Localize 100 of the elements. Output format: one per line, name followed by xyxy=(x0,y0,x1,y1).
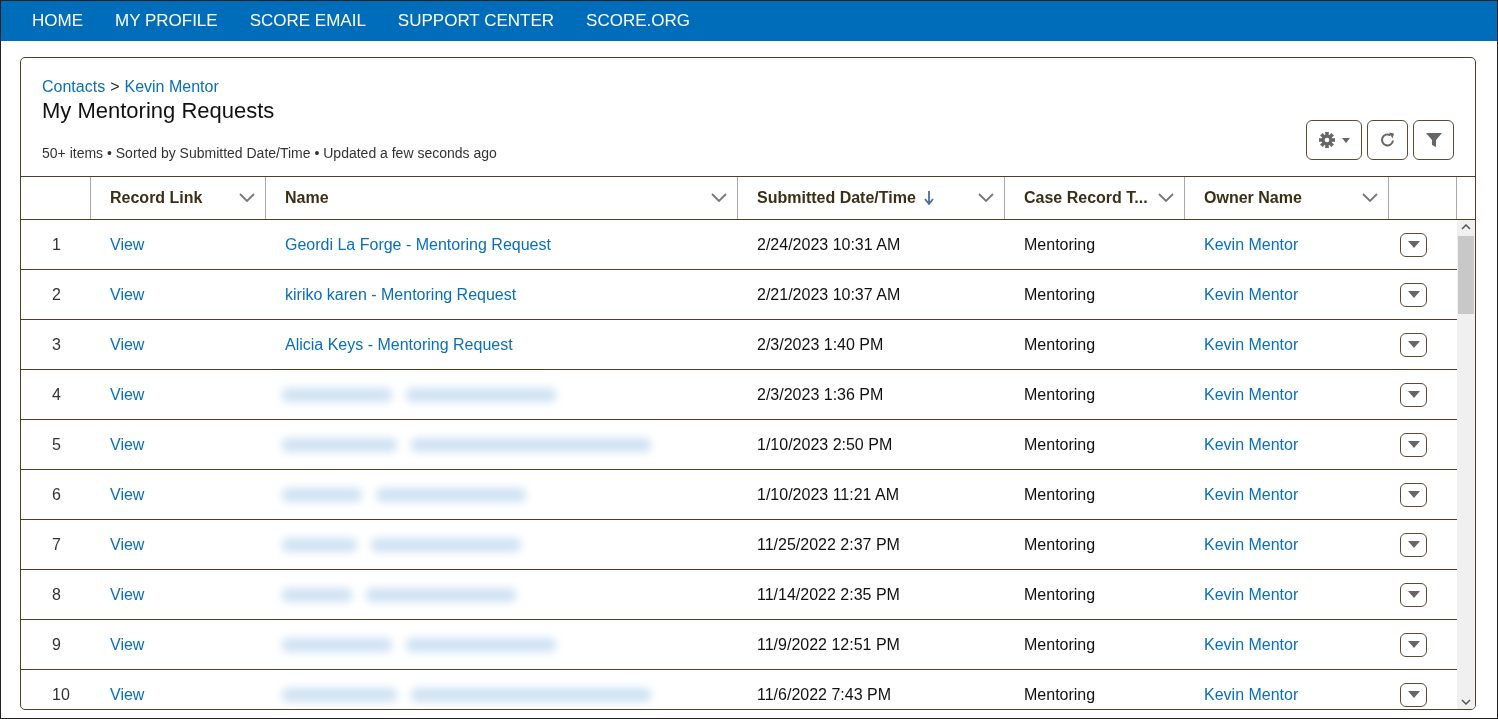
scroll-down-icon[interactable] xyxy=(1461,699,1471,705)
page-title: My Mentoring Requests xyxy=(42,98,276,124)
row-actions-button[interactable] xyxy=(1400,332,1427,357)
view-link[interactable]: View xyxy=(91,385,145,404)
filter-icon xyxy=(1425,132,1442,148)
record-type-cell-text: Mentoring xyxy=(1023,235,1096,254)
view-link[interactable]: View xyxy=(91,535,145,554)
record-name-link[interactable]: Alicia Keys - Mentoring Request xyxy=(266,335,513,354)
view-link[interactable]: View xyxy=(91,485,145,504)
view-link[interactable]: View xyxy=(91,235,145,254)
settings-button[interactable] xyxy=(1306,120,1362,160)
row-actions-button[interactable] xyxy=(1400,682,1427,707)
view-link[interactable]: View xyxy=(91,585,145,604)
date-cell-text: 2/21/2023 10:37 AM xyxy=(756,285,901,304)
nav-link[interactable]: HOME xyxy=(16,11,99,31)
record-type-cell-text: Mentoring xyxy=(1023,685,1096,704)
gear-icon xyxy=(1318,131,1336,149)
caret-icon xyxy=(1342,137,1350,143)
owner-link[interactable]: Kevin Mentor xyxy=(1185,585,1299,604)
list-info: 50+ items • Sorted by Submitted Date/Time • Updated a few seconds ago xyxy=(42,145,497,161)
date-cell-text: 2/3/2023 1:36 PM xyxy=(756,385,884,404)
caret-icon xyxy=(1407,541,1420,548)
row-actions-button[interactable] xyxy=(1400,282,1427,307)
row-number: 2 xyxy=(51,285,62,304)
column-header[interactable]: Name xyxy=(285,189,329,207)
row-actions-button[interactable] xyxy=(1400,632,1427,657)
record-type-cell-text: Mentoring xyxy=(1023,335,1096,354)
sort-arrow-icon xyxy=(923,191,934,205)
row-number: 6 xyxy=(51,485,62,504)
chevron-down-icon[interactable] xyxy=(239,193,255,203)
owner-link[interactable]: Kevin Mentor xyxy=(1185,285,1299,304)
owner-link[interactable]: Kevin Mentor xyxy=(1185,635,1299,654)
caret-icon xyxy=(1407,241,1420,248)
owner-link[interactable]: Kevin Mentor xyxy=(1185,435,1299,454)
chevron-down-icon[interactable] xyxy=(1362,193,1378,203)
record-type-cell-text: Mentoring xyxy=(1023,485,1096,504)
row-number: 7 xyxy=(51,535,62,554)
row-number: 3 xyxy=(51,335,62,354)
caret-icon xyxy=(1407,391,1420,398)
record-type-cell-text: Mentoring xyxy=(1023,435,1096,454)
scrollbar[interactable] xyxy=(1457,220,1475,709)
breadcrumb-link[interactable]: Kevin Mentor xyxy=(124,78,219,96)
column-header[interactable]: Record Link xyxy=(110,189,203,207)
row-number: 1 xyxy=(51,235,62,254)
column-header[interactable]: Submitted Date/Time xyxy=(757,189,916,207)
row-actions-button[interactable] xyxy=(1400,232,1427,257)
view-link[interactable]: View xyxy=(91,335,145,354)
nav-link[interactable]: SCORE.ORG xyxy=(570,11,706,31)
date-cell-text: 2/24/2023 10:31 AM xyxy=(756,235,901,254)
owner-link[interactable]: Kevin Mentor xyxy=(1185,685,1299,704)
row-actions-button[interactable] xyxy=(1400,482,1427,507)
record-type-cell-text: Mentoring xyxy=(1023,385,1096,404)
filter-button[interactable] xyxy=(1413,120,1454,160)
row-number: 9 xyxy=(51,635,62,654)
breadcrumb-separator: > xyxy=(110,78,120,96)
date-cell-text: 11/6/2022 7:43 PM xyxy=(756,685,892,704)
date-cell-text: 2/3/2023 1:40 PM xyxy=(756,335,884,354)
owner-link[interactable]: Kevin Mentor xyxy=(1185,535,1299,554)
view-link[interactable]: View xyxy=(91,285,145,304)
view-link[interactable]: View xyxy=(91,685,145,704)
caret-icon xyxy=(1407,591,1420,598)
view-link[interactable]: View xyxy=(91,635,145,654)
record-name-link[interactable]: kiriko karen - Mentoring Request xyxy=(266,285,517,304)
caret-icon xyxy=(1407,291,1420,298)
record-type-cell-text: Mentoring xyxy=(1023,635,1096,654)
caret-icon xyxy=(1407,341,1420,348)
refresh-button[interactable] xyxy=(1367,120,1408,160)
row-actions-button[interactable] xyxy=(1400,382,1427,407)
row-actions-button[interactable] xyxy=(1400,432,1427,457)
caret-icon xyxy=(1407,691,1420,698)
record-name-link[interactable]: Geordi La Forge - Mentoring Request xyxy=(266,235,551,254)
row-actions-button[interactable] xyxy=(1400,532,1427,557)
scroll-up-icon[interactable] xyxy=(1461,224,1471,230)
record-type-cell-text: Mentoring xyxy=(1023,585,1096,604)
chevron-down-icon[interactable] xyxy=(1158,193,1174,203)
chevron-down-icon[interactable] xyxy=(978,193,994,203)
owner-link[interactable]: Kevin Mentor xyxy=(1185,485,1299,504)
row-number: 5 xyxy=(51,435,62,454)
owner-link[interactable]: Kevin Mentor xyxy=(1185,235,1299,254)
date-cell-text: 1/10/2023 2:50 PM xyxy=(756,435,893,454)
date-cell-text: 11/9/2022 12:51 PM xyxy=(756,635,900,654)
breadcrumb-link[interactable]: Contacts xyxy=(42,78,106,96)
nav-link[interactable]: SCORE EMAIL xyxy=(233,11,382,31)
record-type-cell-text: Mentoring xyxy=(1023,285,1096,304)
chevron-down-icon[interactable] xyxy=(711,193,727,203)
nav-link[interactable]: MY PROFILE xyxy=(99,11,234,31)
owner-link[interactable]: Kevin Mentor xyxy=(1185,385,1299,404)
caret-icon xyxy=(1407,491,1420,498)
scrollbar-thumb[interactable] xyxy=(1458,236,1474,314)
row-actions-button[interactable] xyxy=(1400,582,1427,607)
column-header[interactable]: Case Record T... xyxy=(1024,189,1148,207)
nav-link[interactable]: SUPPORT CENTER xyxy=(381,11,571,31)
record-type-cell-text: Mentoring xyxy=(1023,535,1096,554)
owner-link[interactable]: Kevin Mentor xyxy=(1185,335,1299,354)
view-link[interactable]: View xyxy=(91,435,145,454)
date-cell-text: 11/14/2022 2:35 PM xyxy=(756,585,900,604)
row-number: 8 xyxy=(51,585,62,604)
caret-icon xyxy=(1407,441,1420,448)
refresh-icon xyxy=(1378,131,1397,149)
column-header[interactable]: Owner Name xyxy=(1204,189,1302,207)
